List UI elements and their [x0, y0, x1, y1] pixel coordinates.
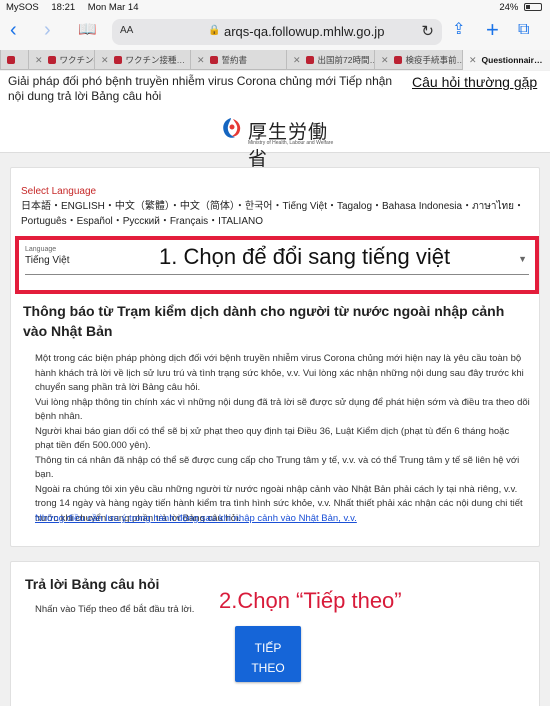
lock-icon: 🔒 — [208, 25, 221, 36]
mhlw-logo: 厚生労働省 Ministry of Health, Labour and Wel… — [218, 113, 338, 170]
address-bar[interactable]: AA 🔒 arqs-qa.followup.mhlw.go.jp ↻ — [112, 19, 442, 45]
tab-3[interactable]: ✕ 誓約書 — [190, 50, 286, 70]
notice-paragraph: Thông tin cá nhân đã nhập có thể sẽ được… — [35, 454, 520, 481]
back-icon[interactable]: ‹ — [10, 18, 17, 42]
favicon-icon — [305, 56, 314, 64]
reload-icon[interactable]: ↻ — [421, 22, 434, 40]
favicon-icon — [113, 56, 122, 64]
battery-icon — [524, 3, 542, 11]
tab-strip: ✕ ワクチン接… ✕ ワクチン接種… ✕ 誓約書 ✕ 出国前72時間… ✕ 検疫手続事前…… — [0, 50, 550, 70]
close-icon[interactable]: ✕ — [469, 55, 477, 65]
notice-body: Một trong các biện pháp phòng dịch đối v… — [35, 352, 530, 526]
tab-label: ワクチン接種… — [125, 55, 186, 65]
notice-paragraph: Người khai báo gian dối có thể sẽ bị xử … — [35, 425, 510, 452]
tabs-icon[interactable]: ⧉ — [518, 18, 529, 42]
text-size-button[interactable]: AA — [120, 25, 133, 36]
notice-paragraph: Vui lòng nhập thông tin chính xác vì nhữ… — [35, 396, 530, 423]
annotation-step-2: 2.Chọn “Tiếp theo” — [219, 588, 402, 613]
close-icon[interactable]: ✕ — [381, 55, 389, 65]
page-content: Giải pháp đối phó bệnh truyền nhiễm viru… — [0, 71, 550, 706]
tab-label: 誓約書 — [221, 55, 248, 65]
tab-4[interactable]: ✕ 出国前72時間… — [286, 50, 374, 70]
mhlw-logo-icon — [223, 118, 241, 138]
tab-label: ワクチン接… — [59, 55, 94, 65]
language-field-label: Language — [25, 246, 57, 253]
favicon-icon — [393, 56, 402, 64]
notice-heading: Thông báo từ Trạm kiểm dịch dành cho ngư… — [23, 303, 505, 339]
date: Mon Mar 14 — [87, 2, 139, 13]
favicon-icon — [7, 56, 15, 64]
close-icon[interactable]: ✕ — [293, 55, 301, 65]
language-select[interactable]: Language Tiếng Việt 1. Chọn để đổi sang … — [15, 236, 539, 294]
select-language-title: Select Language — [21, 186, 97, 197]
tab-0[interactable] — [0, 50, 28, 70]
notice-card: Select Language 日本語・ENGLISH・中文（繁體）・中文（简体… — [10, 167, 540, 547]
browser-toolbar: ‹ › 📖 AA 🔒 arqs-qa.followup.mhlw.go.jp ↻… — [0, 14, 550, 50]
new-tab-icon[interactable]: + — [486, 18, 499, 42]
language-selected-value[interactable]: Tiếng Việt — [25, 255, 69, 266]
answer-card: Trả lời Bảng câu hỏi Nhấn vào Tiếp theo … — [10, 561, 540, 706]
chevron-down-icon[interactable]: ▼ — [518, 254, 527, 264]
faq-link[interactable]: Câu hỏi thường gặp — [412, 73, 542, 91]
battery-level: 24% — [499, 2, 519, 13]
close-icon[interactable]: ✕ — [35, 55, 43, 65]
close-icon[interactable]: ✕ — [197, 55, 205, 65]
tab-label: Questionnair… — [481, 55, 543, 65]
header-notice: Giải pháp đối phó bệnh truyền nhiễm viru… — [8, 74, 393, 103]
answer-card-description: Nhấn vào Tiếp theo để bắt đầu trả lời. — [35, 604, 195, 615]
next-button[interactable]: TIẾP THEO — [235, 626, 301, 682]
tab-label: 検疫手続事前… — [405, 55, 462, 65]
language-links[interactable]: 日本語・ENGLISH・中文（繁體）・中文（简体）・한국어・Tiếng Việt… — [21, 199, 531, 229]
logo-en-text: Ministry of Health, Labour and Welfare — [248, 140, 334, 146]
forward-icon[interactable]: › — [44, 18, 51, 42]
annotation-step-1: 1. Chọn để đổi sang tiếng việt — [159, 244, 451, 269]
tab-label: 出国前72時間… — [317, 55, 374, 65]
answer-card-title: Trả lời Bảng câu hỏi — [25, 576, 160, 592]
bookmarks-icon[interactable]: 📖 — [78, 18, 97, 42]
url-text[interactable]: arqs-qa.followup.mhlw.go.jp — [224, 24, 384, 39]
status-bar: MySOS 18:21 Mon Mar 14 24% — [0, 0, 550, 14]
entry-precautions-link[interactable]: Những điều cần lưu ý trong hành động sau… — [35, 513, 357, 524]
time: 18:21 — [51, 2, 76, 13]
next-button-label: TIẾP THEO — [251, 641, 285, 675]
notice-paragraph: Một trong các biện pháp phòng dịch đối v… — [35, 353, 524, 393]
share-icon[interactable]: ⇪ — [452, 18, 465, 42]
tab-2[interactable]: ✕ ワクチン接種… — [94, 50, 190, 70]
close-icon[interactable]: ✕ — [101, 55, 109, 65]
tab-1[interactable]: ✕ ワクチン接… — [28, 50, 94, 70]
carrier: MySOS — [6, 2, 39, 13]
favicon-icon — [209, 56, 218, 64]
favicon-icon — [47, 56, 56, 64]
site-header: Giải pháp đối phó bệnh truyền nhiễm viru… — [0, 71, 550, 170]
select-underline — [25, 274, 529, 275]
tab-5[interactable]: ✕ 検疫手続事前… — [374, 50, 462, 70]
tab-active[interactable]: ✕ Questionnair… — [462, 50, 550, 70]
